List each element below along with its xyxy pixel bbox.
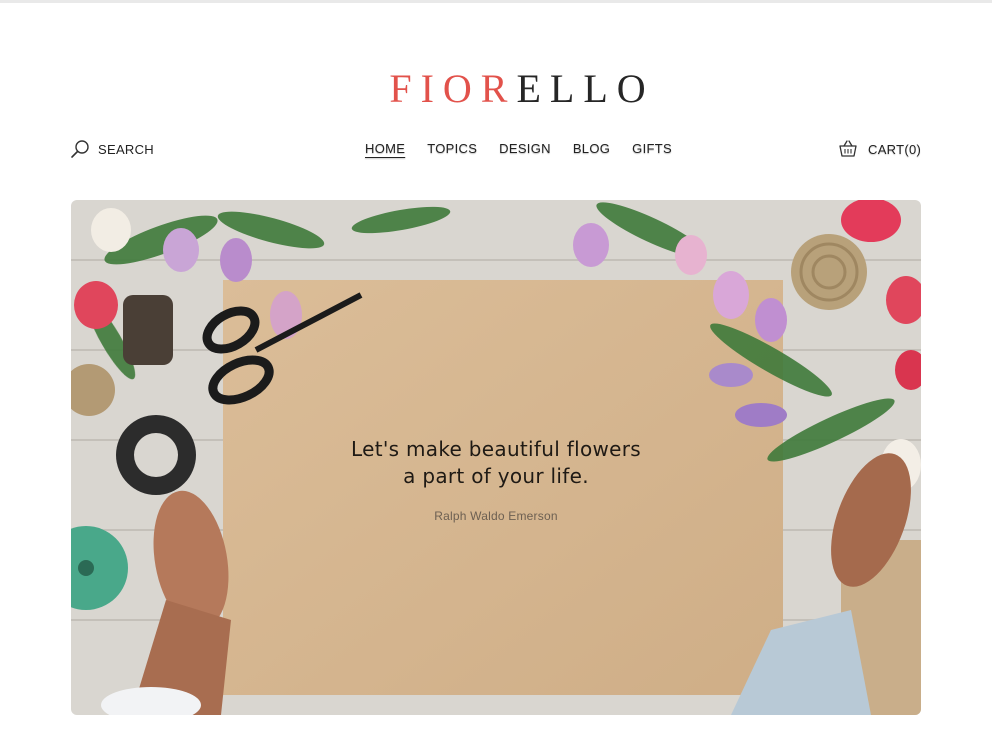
search-button[interactable]: SEARCH xyxy=(70,138,154,160)
nav-menu: HOME TOPICS DESIGN BLOG GIFTS xyxy=(365,138,672,160)
main-navigation: SEARCH HOME TOPICS DESIGN BLOG GIFTS CAR… xyxy=(0,138,992,160)
cart-label: CART(0) xyxy=(868,141,922,157)
basket-icon xyxy=(839,140,857,157)
cart-button[interactable]: CART(0) xyxy=(838,138,921,160)
logo-part-red: FIOR xyxy=(389,66,517,111)
top-border xyxy=(0,0,992,3)
search-label: SEARCH xyxy=(98,141,154,157)
hero-quote-line2: a part of your life. xyxy=(403,464,589,488)
hero-quote-line1: Let's make beautiful flowers xyxy=(351,437,641,461)
hero-banner: Let's make beautiful flowers a part of y… xyxy=(71,200,921,715)
nav-item-gifts[interactable]: GIFTS xyxy=(632,138,672,160)
logo-part-dark: ELLO xyxy=(516,66,655,111)
nav-item-design[interactable]: DESIGN xyxy=(499,138,551,160)
hero-quote: Let's make beautiful flowers a part of y… xyxy=(71,436,921,490)
search-icon xyxy=(71,140,89,158)
site-logo[interactable]: FIORELLO xyxy=(0,64,992,114)
hero-quote-author: Ralph Waldo Emerson xyxy=(434,509,558,523)
nav-item-blog[interactable]: BLOG xyxy=(573,138,610,160)
nav-item-home[interactable]: HOME xyxy=(365,138,405,160)
nav-item-topics[interactable]: TOPICS xyxy=(427,138,477,160)
